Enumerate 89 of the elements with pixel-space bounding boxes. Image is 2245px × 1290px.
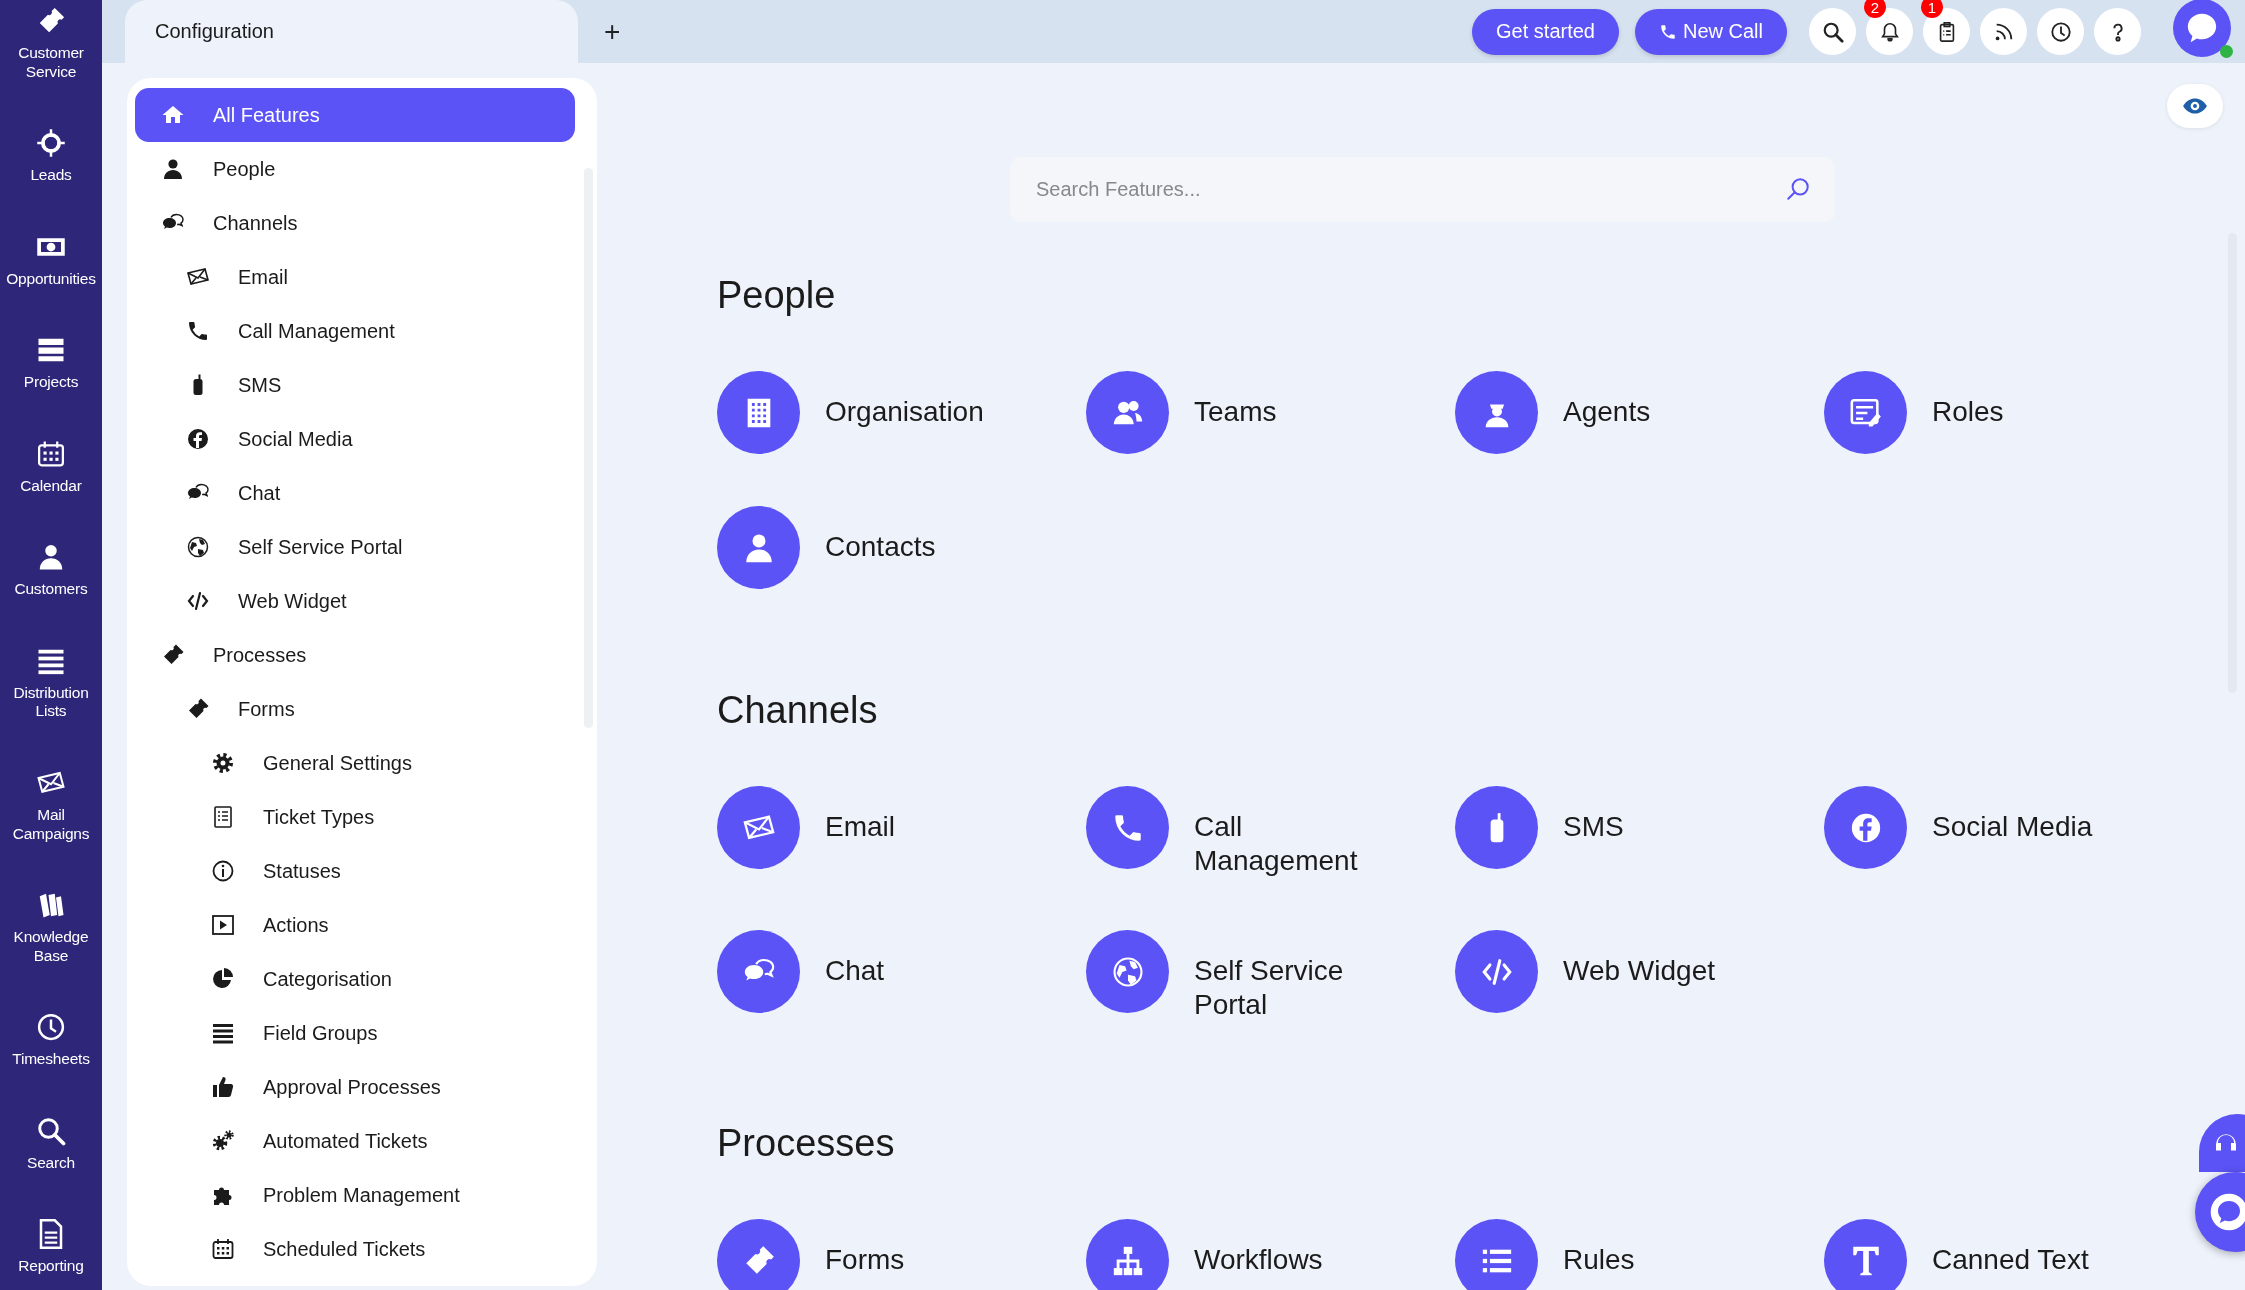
info-icon	[211, 859, 235, 883]
feature-link[interactable]: Forms	[717, 1219, 1086, 1290]
globe-icon	[186, 535, 210, 559]
feature-link[interactable]: SMS	[1455, 786, 1824, 869]
sidebar-item[interactable]: SMS	[135, 358, 575, 412]
feature-link[interactable]: Agents	[1455, 371, 1824, 454]
nav-item[interactable]: Timesheets	[0, 1012, 102, 1069]
search-field[interactable]: Search Features...	[1010, 157, 1835, 222]
clock-icon	[2049, 20, 2072, 43]
thumb-icon	[211, 1075, 235, 1099]
sidebar-item[interactable]: General Settings	[135, 736, 575, 790]
facebook-icon	[186, 427, 210, 451]
feature-link[interactable]: Call Management	[1086, 786, 1455, 878]
configuration-tab[interactable]: Configuration	[125, 0, 578, 63]
sidebar-item[interactable]: Automated Tickets	[135, 1114, 575, 1168]
phone-icon	[1658, 22, 1677, 41]
nav-item[interactable]: Mail Campaigns	[0, 768, 102, 844]
sidebar-item[interactable]: Call Management	[135, 304, 575, 358]
search-icon	[36, 1115, 66, 1146]
doclist-icon	[211, 805, 235, 829]
nav-item[interactable]: Opportunities	[0, 231, 102, 289]
avatar[interactable]	[2173, 0, 2231, 57]
sidebar-item[interactable]: Web Widget	[135, 574, 575, 628]
nav-item[interactable]: Projects	[0, 335, 102, 392]
section-heading: Channels	[717, 689, 878, 732]
feature-link[interactable]: Workflows	[1086, 1219, 1455, 1290]
feature-link[interactable]: Canned Text	[1824, 1219, 2193, 1290]
sidebar-item[interactable]: Social Media	[135, 412, 575, 466]
nav-item[interactable]: Search	[0, 1115, 102, 1173]
sidebar-item[interactable]: Ticket Types	[135, 790, 575, 844]
add-tab-button[interactable]: +	[598, 14, 627, 49]
sidebar-item[interactable]: Channels	[135, 196, 575, 250]
search-button[interactable]	[1809, 8, 1856, 55]
clock-icon	[36, 1012, 66, 1043]
search-icon	[1821, 20, 1844, 43]
rss-button[interactable]	[1980, 8, 2027, 55]
sidebar-item[interactable]: All Features	[135, 88, 575, 142]
search-icon	[1785, 176, 1811, 202]
nav-item[interactable]: Distribution Lists	[0, 645, 102, 722]
section-heading: People	[717, 274, 836, 317]
feature-link[interactable]: Social Media	[1824, 786, 2193, 869]
sidebar-item[interactable]: Processes	[135, 628, 575, 682]
sidebar-item[interactable]: Email	[135, 250, 575, 304]
gears-icon	[211, 1129, 235, 1153]
person-icon	[161, 157, 185, 181]
nav-item[interactable]: Calendar	[0, 438, 102, 496]
clock-button[interactable]	[2037, 8, 2084, 55]
sidebar-item[interactable]: Scheduled Tickets	[135, 1222, 575, 1276]
lines-icon	[211, 1021, 235, 1045]
feature-link[interactable]: Rules	[1455, 1219, 1824, 1290]
feature-link[interactable]: Email	[717, 786, 1086, 869]
nav-item[interactable]: Leads	[0, 128, 102, 185]
feature-link[interactable]: Teams	[1086, 371, 1455, 454]
phone-icon	[186, 319, 210, 343]
code-icon	[186, 589, 210, 613]
sidebar-item[interactable]: Chat	[135, 466, 575, 520]
sidebar-item[interactable]: Statuses	[135, 844, 575, 898]
feature-link[interactable]: Self Service Portal	[1086, 930, 1455, 1022]
feature-link[interactable]: Web Widget	[1455, 930, 1824, 1013]
section-heading: Processes	[717, 1122, 895, 1165]
calendar-icon	[211, 1237, 235, 1261]
feature-link[interactable]: Organisation	[717, 371, 1086, 454]
help-button[interactable]	[2094, 8, 2141, 55]
sidebar-item[interactable]: Field Groups	[135, 1006, 575, 1060]
sidebar-item[interactable]: Categorisation	[135, 952, 575, 1006]
sidebar-item[interactable]: Self Service Portal	[135, 520, 575, 574]
nav-item[interactable]: Reporting	[0, 1219, 102, 1276]
visibility-toggle-button[interactable]	[2167, 84, 2223, 128]
ticket-icon	[161, 643, 185, 667]
sidebar-item[interactable]: Forms	[135, 682, 575, 736]
sidebar-item[interactable]: People	[135, 142, 575, 196]
crosshair-icon	[36, 128, 66, 159]
play-icon	[211, 913, 235, 937]
new-call-button[interactable]: New Call	[1634, 8, 1787, 55]
feature-link[interactable]: Contacts	[717, 506, 1086, 589]
nav-item[interactable]: Customers	[0, 542, 102, 599]
pie-icon	[211, 967, 235, 991]
feature-link[interactable]: Roles	[1824, 371, 2193, 454]
gear-icon	[211, 751, 235, 775]
nav-item[interactable]: Customer Service	[0, 6, 102, 82]
notification-badge: 1	[1921, 0, 1943, 18]
sidebar-item[interactable]: Problem Management	[135, 1168, 575, 1222]
nav-item[interactable]: Knowledge Base	[0, 890, 102, 966]
notification-badge: 2	[1864, 0, 1886, 18]
sidebar-item[interactable]: Approval Processes	[135, 1060, 575, 1114]
ticket-icon	[186, 697, 210, 721]
feature-link[interactable]: Chat	[717, 930, 1086, 1013]
get-started-button[interactable]: Get started	[1472, 8, 1619, 55]
sidebar-item[interactable]: Actions	[135, 898, 575, 952]
